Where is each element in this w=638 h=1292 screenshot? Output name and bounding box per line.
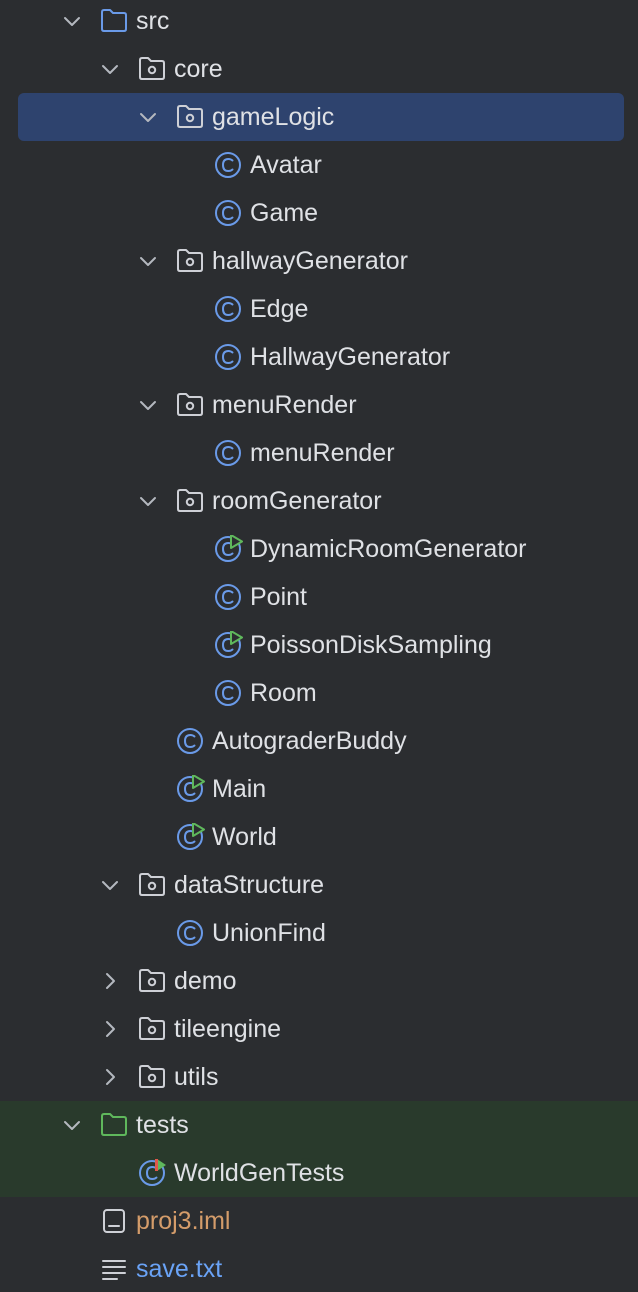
chevron-right-icon[interactable] <box>98 969 122 993</box>
class-icon <box>175 727 205 755</box>
class-icon <box>213 439 243 467</box>
tree-item-proj3-iml[interactable]: proj3.iml <box>0 1197 638 1245</box>
chevron-down-icon[interactable] <box>98 57 122 81</box>
tree-item-label: UnionFind <box>212 919 326 947</box>
tree-item-label: Avatar <box>250 151 322 179</box>
runnable-class-icon <box>175 823 205 851</box>
tree-item-label: PoissonDiskSampling <box>250 631 492 659</box>
runnable-class-icon <box>175 775 205 803</box>
iml-file-icon <box>99 1207 129 1235</box>
chevron-down-icon[interactable] <box>136 393 160 417</box>
tree-item-save-txt[interactable]: save.txt <box>0 1245 638 1292</box>
runnable-class-icon <box>213 631 243 659</box>
tree-item-label: save.txt <box>136 1255 223 1283</box>
tree-item-avatar[interactable]: Avatar <box>0 141 638 189</box>
class-icon <box>175 919 205 947</box>
package-folder-icon <box>175 487 205 515</box>
package-folder-icon <box>175 103 205 131</box>
tree-item-roomgenerator[interactable]: roomGenerator <box>0 477 638 525</box>
package-folder-icon <box>137 1015 167 1043</box>
package-folder-icon <box>175 247 205 275</box>
tree-item-dynamicroomgenerator[interactable]: DynamicRoomGenerator <box>0 525 638 573</box>
chevron-down-icon[interactable] <box>98 873 122 897</box>
tree-item-label: core <box>174 55 223 83</box>
class-icon <box>213 151 243 179</box>
tree-item-label: proj3.iml <box>136 1207 231 1235</box>
class-icon <box>213 679 243 707</box>
tree-item-label: dataStructure <box>174 871 325 899</box>
chevron-right-icon[interactable] <box>98 1065 122 1089</box>
tree-item-label: Edge <box>250 295 309 323</box>
tree-item-label: hallwayGenerator <box>212 247 408 275</box>
tree-item-hallwaygenerator-package[interactable]: hallwayGenerator <box>0 237 638 285</box>
tree-item-label: Main <box>212 775 267 803</box>
tree-item-game[interactable]: Game <box>0 189 638 237</box>
tree-item-menurender-package[interactable]: menuRender <box>0 381 638 429</box>
class-icon <box>213 343 243 371</box>
tree-item-worldgentests[interactable]: WorldGenTests <box>0 1149 638 1197</box>
project-tree: src core gameLogic Avatar Game hallwayGe… <box>0 0 638 1292</box>
tree-item-main[interactable]: Main <box>0 765 638 813</box>
tree-item-hallwaygenerator-class[interactable]: HallwayGenerator <box>0 333 638 381</box>
source-folder-icon <box>99 7 129 35</box>
chevron-down-icon[interactable] <box>60 1113 84 1137</box>
chevron-right-icon[interactable] <box>98 1017 122 1041</box>
tree-item-edge[interactable]: Edge <box>0 285 638 333</box>
tree-item-label: DynamicRoomGenerator <box>250 535 527 563</box>
tree-item-label: Game <box>250 199 319 227</box>
tree-item-demo[interactable]: demo <box>0 957 638 1005</box>
tree-item-point[interactable]: Point <box>0 573 638 621</box>
tree-item-label: AutograderBuddy <box>212 727 407 755</box>
chevron-down-icon[interactable] <box>136 105 160 129</box>
chevron-down-icon[interactable] <box>136 489 160 513</box>
class-icon <box>213 583 243 611</box>
class-icon <box>213 295 243 323</box>
tree-item-label: src <box>136 7 170 35</box>
package-folder-icon <box>137 967 167 995</box>
tree-item-core[interactable]: core <box>0 45 638 93</box>
runnable-class-icon <box>213 535 243 563</box>
package-folder-icon <box>175 391 205 419</box>
tree-item-menurender-class[interactable]: menuRender <box>0 429 638 477</box>
tree-item-label: Room <box>250 679 317 707</box>
tree-item-tests[interactable]: tests <box>0 1101 638 1149</box>
tree-item-label: demo <box>174 967 237 995</box>
tree-item-datastructure[interactable]: dataStructure <box>0 861 638 909</box>
tree-item-gamelogic[interactable]: gameLogic <box>0 93 638 141</box>
package-folder-icon <box>137 871 167 899</box>
tree-item-unionfind[interactable]: UnionFind <box>0 909 638 957</box>
tree-item-label: Point <box>250 583 307 611</box>
package-folder-icon <box>137 1063 167 1091</box>
tree-item-label: utils <box>174 1063 219 1091</box>
tree-item-label: menuRender <box>250 439 395 467</box>
tree-item-tileengine[interactable]: tileengine <box>0 1005 638 1053</box>
chevron-down-icon[interactable] <box>60 9 84 33</box>
tree-item-autograderbuddy[interactable]: AutograderBuddy <box>0 717 638 765</box>
tree-item-room[interactable]: Room <box>0 669 638 717</box>
tree-item-label: HallwayGenerator <box>250 343 451 371</box>
test-class-icon <box>137 1159 167 1187</box>
tree-item-label: menuRender <box>212 391 357 419</box>
tree-item-utils[interactable]: utils <box>0 1053 638 1101</box>
tree-item-label: roomGenerator <box>212 487 382 515</box>
tree-item-poissondisksampling[interactable]: PoissonDiskSampling <box>0 621 638 669</box>
tree-item-src[interactable]: src <box>0 0 638 45</box>
test-folder-icon <box>99 1111 129 1139</box>
package-folder-icon <box>137 55 167 83</box>
class-icon <box>213 199 243 227</box>
tree-item-world[interactable]: World <box>0 813 638 861</box>
tree-item-label: tests <box>136 1111 189 1139</box>
tree-item-label: gameLogic <box>212 103 335 131</box>
tree-item-label: tileengine <box>174 1015 282 1043</box>
chevron-down-icon[interactable] <box>136 249 160 273</box>
text-file-icon <box>99 1255 129 1283</box>
tree-item-label: World <box>212 823 277 851</box>
tree-item-label: WorldGenTests <box>174 1159 345 1187</box>
